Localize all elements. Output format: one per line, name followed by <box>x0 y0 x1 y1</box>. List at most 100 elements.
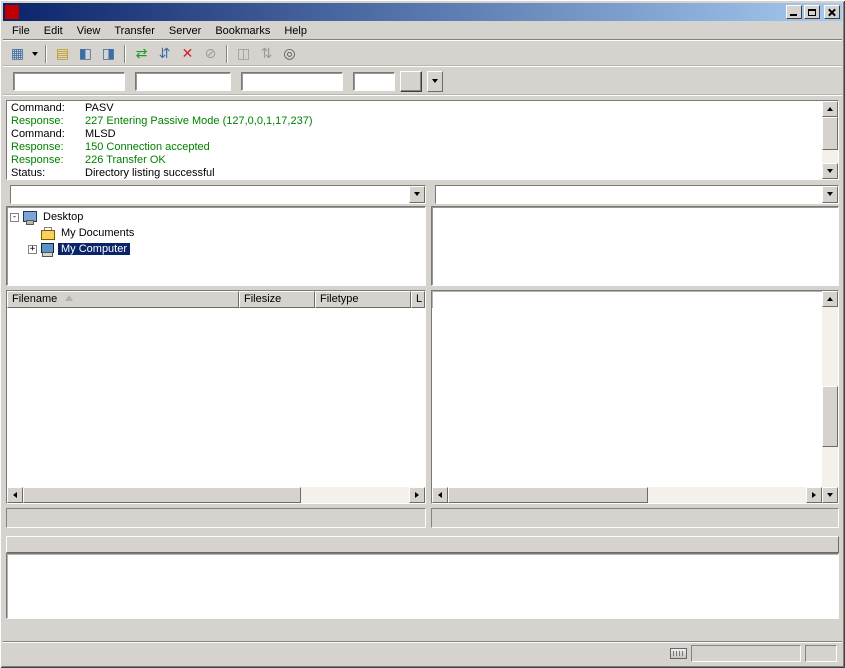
menu-item[interactable]: Bookmarks <box>208 23 277 39</box>
close-button[interactable] <box>824 5 840 19</box>
quickconnect-dropdown[interactable] <box>427 71 443 92</box>
column-header[interactable]: Filesize <box>239 291 315 308</box>
titlebar <box>3 3 842 21</box>
toolbar: ▦ ▤ ◧ ◨ ⇄ ⇵ ✕⊘ ◫ ⇅ ◎ <box>3 41 842 67</box>
menu-item[interactable]: View <box>70 23 108 39</box>
local-site-dropdown[interactable] <box>409 186 425 203</box>
scroll-left-button[interactable] <box>7 487 23 503</box>
tree-item[interactable]: - Desktop <box>7 209 425 225</box>
quickconnect-button[interactable] <box>400 71 422 92</box>
menu-item[interactable]: File <box>5 23 37 39</box>
site-manager-dropdown[interactable] <box>29 43 41 65</box>
toggle-remote-tree-button[interactable]: ◨ <box>97 43 120 65</box>
scrollbar-track[interactable] <box>822 117 838 163</box>
queue-status <box>691 645 801 662</box>
tree-item-label: My Documents <box>58 227 137 239</box>
log-line-text: PASV <box>85 102 114 115</box>
local-pane: - Desktop My Documents + My Computer <box>6 184 426 528</box>
main-panes: - Desktop My Documents + My Computer <box>3 184 842 528</box>
log-line-label: Response: <box>11 154 85 167</box>
column-header-filler <box>6 536 839 553</box>
tree-item-icon <box>40 243 56 256</box>
log-line-label: Status: <box>11 167 85 179</box>
arrow-down-icon <box>827 169 833 173</box>
column-header[interactable]: L <box>411 291 425 308</box>
site-manager-button[interactable]: ▦ <box>6 43 29 65</box>
log-line-text: 227 Entering Passive Mode (127,0,0,1,17,… <box>85 115 312 128</box>
maximize-icon <box>808 9 816 16</box>
menu-item[interactable]: Transfer <box>107 23 162 39</box>
toggle-message-log-button[interactable]: ▤ <box>51 43 74 65</box>
scrollbar-thumb[interactable] <box>822 117 838 150</box>
log-line-label: Response: <box>11 141 85 154</box>
column-header[interactable]: Filetype <box>315 291 411 308</box>
scroll-up-button[interactable] <box>822 101 838 117</box>
toolbar-icon: ◫ <box>237 47 250 61</box>
scroll-down-button[interactable] <box>822 487 838 503</box>
window-controls <box>786 5 840 19</box>
maximize-button[interactable] <box>804 5 820 19</box>
toggle-local-tree-button[interactable]: ◧ <box>74 43 97 65</box>
toolbar-icon: ◎ <box>283 47 295 61</box>
tree-item[interactable]: My Documents <box>7 225 425 241</box>
password-input[interactable] <box>241 72 343 91</box>
port-input[interactable] <box>353 72 395 91</box>
scrollbar-track[interactable] <box>23 487 409 503</box>
queue-body <box>6 553 839 619</box>
log-scrollbar[interactable] <box>822 101 838 179</box>
log-line-label: Command: <box>11 128 85 141</box>
log-line-text: 150 Connection accepted <box>85 141 210 154</box>
toolbar-separator <box>45 45 47 63</box>
toolbar-icon: ▤ <box>56 47 69 61</box>
remote-site-path <box>436 186 822 203</box>
statusbar <box>3 641 842 665</box>
filezilla-window: FileEditViewTransferServerBookmarksHelp … <box>0 0 845 668</box>
menu-item[interactable]: Help <box>277 23 314 39</box>
remote-site-dropdown[interactable] <box>822 186 838 203</box>
cancel-button[interactable]: ✕ <box>176 43 199 65</box>
tree-expander-icon[interactable]: + <box>28 245 37 254</box>
scroll-right-button[interactable] <box>806 487 822 503</box>
remote-hscrollbar[interactable] <box>432 487 822 503</box>
column-header[interactable]: Filename <box>7 291 239 308</box>
local-hscrollbar[interactable] <box>7 487 425 503</box>
local-site-combo[interactable] <box>10 185 426 204</box>
tree-item-icon <box>40 227 56 240</box>
remote-site-combo[interactable] <box>435 185 839 204</box>
tree-item[interactable]: + My Computer <box>7 241 425 257</box>
find-files-button[interactable]: ◎ <box>278 43 301 65</box>
synchronized-browsing-button[interactable]: ⇅ <box>255 43 278 65</box>
scrollbar-thumb[interactable] <box>448 487 648 503</box>
remote-vscrollbar[interactable] <box>822 291 838 503</box>
remote-file-list <box>431 290 839 504</box>
toggle-queue-button[interactable]: ⇵ <box>153 43 176 65</box>
log-line: Response: 226 Transfer OK <box>11 154 818 167</box>
toolbar-icon: ◧ <box>79 47 92 61</box>
local-site-path <box>11 186 409 203</box>
chevron-down-icon <box>827 192 833 196</box>
tree-item-label: Desktop <box>40 211 86 223</box>
scrollbar-thumb[interactable] <box>822 386 838 447</box>
disconnect-button[interactable]: ⊘ <box>199 43 222 65</box>
scroll-right-button[interactable] <box>409 487 425 503</box>
minimize-button[interactable] <box>786 5 802 19</box>
scrollbar-thumb[interactable] <box>23 487 301 503</box>
log-line: Status: Directory listing successful <box>11 167 818 179</box>
arrow-down-icon <box>827 493 833 497</box>
toolbar-icon: ▦ <box>11 47 24 61</box>
username-input[interactable] <box>135 72 231 91</box>
arrow-right-icon <box>415 492 419 498</box>
host-input[interactable] <box>13 72 125 91</box>
directory-comparison-button[interactable]: ◫ <box>232 43 255 65</box>
scrollbar-track[interactable] <box>448 487 806 503</box>
menu-item[interactable]: Edit <box>37 23 70 39</box>
scroll-up-button[interactable] <box>822 291 838 307</box>
scroll-left-button[interactable] <box>432 487 448 503</box>
scrollbar-track[interactable] <box>822 307 838 487</box>
message-log: Command: PASV Response: 227 Entering Pas… <box>6 100 839 180</box>
menu-item[interactable]: Server <box>162 23 208 39</box>
toolbar-icon: ⇵ <box>159 47 171 61</box>
refresh-button[interactable]: ⇄ <box>130 43 153 65</box>
tree-expander-icon[interactable]: - <box>10 213 19 222</box>
scroll-down-button[interactable] <box>822 163 838 179</box>
